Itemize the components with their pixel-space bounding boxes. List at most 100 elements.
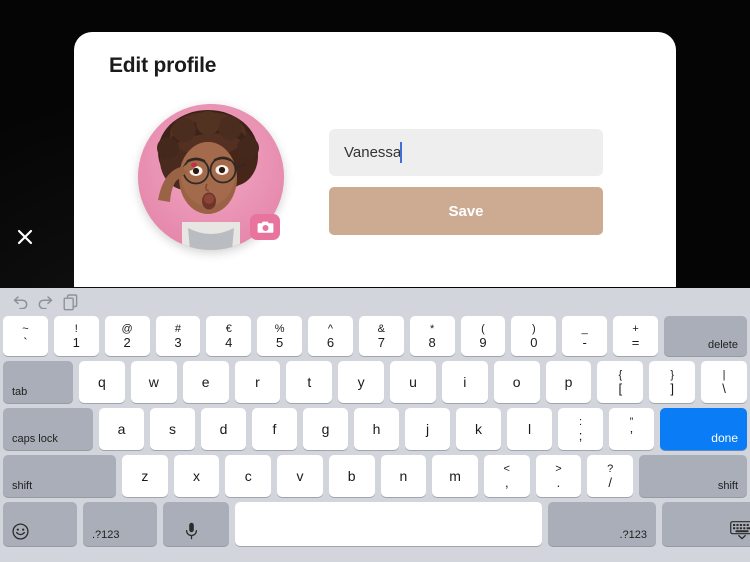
key-lower-label: ; bbox=[578, 427, 583, 443]
key-lower-label: 8 bbox=[428, 334, 436, 350]
key-j[interactable]: j bbox=[405, 408, 450, 450]
key-d[interactable]: d bbox=[201, 408, 246, 450]
save-button[interactable]: Save bbox=[329, 187, 603, 235]
key-s[interactable]: s bbox=[150, 408, 195, 450]
camera-icon bbox=[257, 221, 273, 233]
key-numeric-left[interactable]: .?123 bbox=[83, 502, 157, 546]
key-tab[interactable]: tab bbox=[3, 361, 73, 403]
key-v[interactable]: v bbox=[277, 455, 323, 497]
name-input[interactable] bbox=[329, 129, 603, 176]
key-quote[interactable]: ” ’ bbox=[609, 408, 654, 450]
key-t[interactable]: t bbox=[286, 361, 333, 403]
key-a[interactable]: a bbox=[99, 408, 144, 450]
key-delete[interactable]: delete bbox=[663, 316, 747, 356]
key-p[interactable]: p bbox=[545, 361, 592, 403]
key-e[interactable]: e bbox=[182, 361, 229, 403]
page-title: Edit profile bbox=[109, 54, 217, 77]
key-upper-label: ~ bbox=[22, 322, 29, 335]
key-2[interactable]: @ 2 bbox=[104, 316, 150, 356]
key-label: delete bbox=[707, 339, 738, 351]
key-upper-label: : bbox=[578, 415, 583, 428]
key-4[interactable]: € 4 bbox=[206, 316, 252, 356]
key-hide-keyboard[interactable] bbox=[662, 502, 750, 546]
avatar[interactable] bbox=[138, 104, 284, 250]
key-backslash[interactable]: | \ bbox=[701, 361, 747, 403]
key-h[interactable]: h bbox=[354, 408, 399, 450]
key-x[interactable]: x bbox=[173, 455, 220, 497]
key-upper-label: ” bbox=[629, 415, 634, 428]
key-r[interactable]: r bbox=[234, 361, 281, 403]
key-upper-label: | bbox=[722, 368, 726, 381]
paste-button[interactable] bbox=[60, 292, 82, 312]
key-bracket-right[interactable]: } ] bbox=[649, 361, 696, 403]
key-c[interactable]: c bbox=[225, 455, 272, 497]
key-w[interactable]: w bbox=[130, 361, 177, 403]
key-lower-label: 3 bbox=[174, 334, 182, 350]
key-5[interactable]: % 5 bbox=[257, 316, 303, 356]
key-microphone[interactable] bbox=[163, 502, 229, 546]
key-l[interactable]: l bbox=[507, 408, 552, 450]
key-upper-label: < bbox=[503, 462, 510, 475]
key-done[interactable]: done bbox=[660, 408, 747, 450]
key-upper-label: ( bbox=[481, 322, 485, 335]
key-upper-label: ? bbox=[607, 462, 614, 475]
key-z[interactable]: z bbox=[122, 455, 168, 497]
key-f[interactable]: f bbox=[252, 408, 297, 450]
key-o[interactable]: o bbox=[493, 361, 540, 403]
redo-button[interactable] bbox=[34, 292, 56, 312]
close-button[interactable] bbox=[10, 222, 40, 252]
keyboard-row-qwerty: tab q w e r t y u i o p { [ } ] | \ bbox=[0, 361, 750, 403]
key-space[interactable] bbox=[235, 502, 542, 546]
key-1[interactable]: ! 1 bbox=[53, 316, 99, 356]
key-upper-label: € bbox=[225, 322, 232, 335]
key-slash[interactable]: ? / bbox=[587, 455, 634, 497]
keyboard-row-home: caps lock a s d f g h j k l : ; ” ’ done bbox=[0, 408, 750, 450]
key-upper-label: { bbox=[618, 368, 623, 381]
key-u[interactable]: u bbox=[390, 361, 436, 403]
key-n[interactable]: n bbox=[380, 455, 427, 497]
key-lower-label: 5 bbox=[276, 334, 284, 350]
key-label: .?123 bbox=[619, 529, 647, 541]
key-semicolon[interactable]: : ; bbox=[558, 408, 603, 450]
key-q[interactable]: q bbox=[79, 361, 125, 403]
key-tilde-backtick[interactable]: ~ ` bbox=[3, 316, 48, 356]
key-6[interactable]: ^ 6 bbox=[308, 316, 353, 356]
key-minus[interactable]: _ - bbox=[562, 316, 608, 356]
key-lower-label: 0 bbox=[530, 334, 538, 350]
key-upper-label: # bbox=[174, 322, 182, 335]
key-7[interactable]: & 7 bbox=[358, 316, 404, 356]
undo-button[interactable] bbox=[10, 292, 32, 312]
key-lower-label: 9 bbox=[479, 334, 487, 350]
change-photo-button[interactable] bbox=[250, 214, 280, 240]
key-lower-label: 7 bbox=[377, 334, 385, 350]
key-g[interactable]: g bbox=[303, 408, 348, 450]
key-shift-right[interactable]: shift bbox=[639, 455, 748, 497]
key-equals[interactable]: + = bbox=[613, 316, 658, 356]
key-bracket-left[interactable]: { [ bbox=[597, 361, 644, 403]
keyboard-row-bottom-letters: shift z x c v b n m < , > . ? / shift bbox=[0, 455, 750, 497]
key-m[interactable]: m bbox=[432, 455, 478, 497]
key-shift-left[interactable]: shift bbox=[3, 455, 116, 497]
key-upper-label: + bbox=[632, 322, 639, 335]
key-label: tab bbox=[12, 386, 28, 398]
key-y[interactable]: y bbox=[338, 361, 385, 403]
key-comma[interactable]: < , bbox=[483, 455, 530, 497]
key-9[interactable]: ( 9 bbox=[460, 316, 506, 356]
key-0[interactable]: ) 0 bbox=[511, 316, 557, 356]
key-numeric-right[interactable]: .?123 bbox=[548, 502, 656, 546]
key-caps-lock[interactable]: caps lock bbox=[3, 408, 93, 450]
keyboard-row-numbers: ~ ` ! 1 @ 2 # 3 € 4 % 5 ^ 6 & 7 * 8 (9 … bbox=[0, 316, 750, 356]
key-i[interactable]: i bbox=[441, 361, 488, 403]
redo-icon bbox=[38, 296, 53, 309]
key-emoji[interactable] bbox=[3, 502, 77, 546]
key-upper-label: ) bbox=[532, 322, 536, 335]
key-period[interactable]: > . bbox=[535, 455, 582, 497]
key-k[interactable]: k bbox=[456, 408, 501, 450]
key-lower-label: 2 bbox=[123, 334, 131, 350]
key-3[interactable]: # 3 bbox=[155, 316, 201, 356]
keyboard-toolbar bbox=[0, 288, 750, 315]
key-b[interactable]: b bbox=[328, 455, 375, 497]
paste-icon bbox=[63, 293, 78, 310]
key-8[interactable]: * 8 bbox=[409, 316, 455, 356]
undo-icon bbox=[13, 296, 28, 309]
